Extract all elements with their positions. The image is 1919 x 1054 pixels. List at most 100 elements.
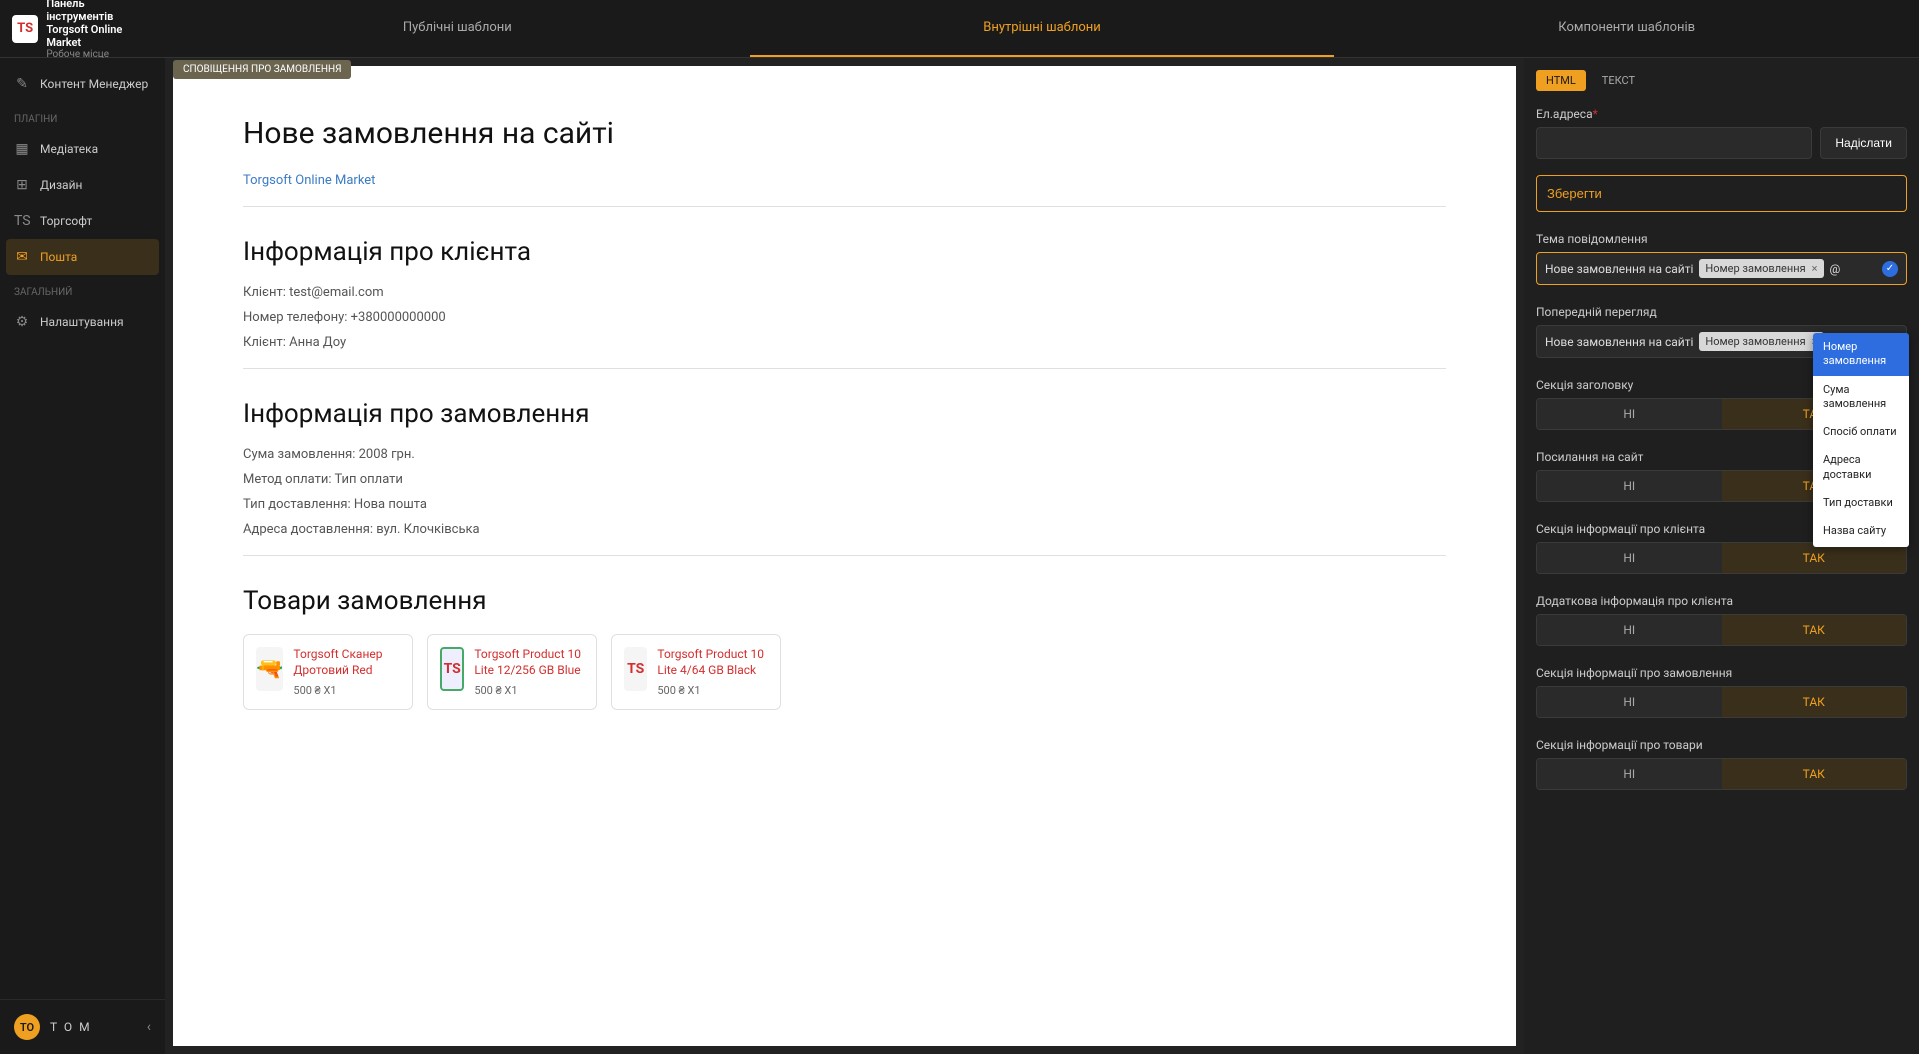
dropdown-option[interactable]: Адреса доставки <box>1813 446 1909 489</box>
remove-chip-icon[interactable]: × <box>1812 262 1818 275</box>
product-card: 🔫 Torgsoft Сканер Дротовий Red 500 ₴ X1 <box>243 634 413 710</box>
sidebar: ✎ Контент Менеджер ПЛАГІНИ ▦ Медіатека ⊞… <box>0 58 165 1054</box>
tab-public-templates[interactable]: Публічні шаблони <box>165 0 750 57</box>
toggle-no[interactable]: НІ <box>1537 615 1722 645</box>
dropdown-option[interactable]: Наш телефон <box>1813 546 1909 547</box>
dropdown-option[interactable]: Спосіб оплати <box>1813 418 1909 446</box>
product-image: TS <box>440 647 464 691</box>
subject-text: Нове замовлення на сайті <box>1545 262 1693 276</box>
toggle-label: Секція інформації про замовлення <box>1536 666 1907 680</box>
sidebar-heading-general: ЗАГАЛЬНИЙ <box>0 275 165 304</box>
order-line: Метод оплати: Тип оплати <box>243 472 1446 487</box>
sidebar-item-label: Контент Менеджер <box>40 77 148 91</box>
top-tabs: Публічні шаблони Внутрішні шаблони Компо… <box>165 0 1919 57</box>
toggle-section: Додаткова інформація про клієнта НІ ТАК <box>1536 594 1907 646</box>
section-client-title: Інформація про клієнта <box>243 237 1446 267</box>
subject-label: Тема повідомлення <box>1536 232 1907 246</box>
product-price: 500 ₴ X1 <box>293 684 400 697</box>
toggle-no[interactable]: НІ <box>1537 687 1722 717</box>
sidebar-footer: TO T O M ‹ <box>0 999 165 1054</box>
app-logo: TS <box>12 15 38 43</box>
sidebar-item-label: Дизайн <box>40 178 82 192</box>
token-chip[interactable]: Номер замовлення × <box>1699 259 1823 278</box>
order-line: Сума замовлення: 2008 грн. <box>243 447 1446 462</box>
preview-label: Попередній перегляд <box>1536 305 1907 319</box>
app-title: Панель інструментів <box>46 0 153 23</box>
sidebar-item-mail[interactable]: ✉ Пошта <box>6 239 159 275</box>
product-price: 500 ₴ X1 <box>657 684 768 697</box>
tab-internal-templates[interactable]: Внутрішні шаблони <box>750 0 1335 57</box>
products-row: 🔫 Torgsoft Сканер Дротовий Red 500 ₴ X1 … <box>243 634 1446 710</box>
toggle-label: Додаткова інформація про клієнта <box>1536 594 1907 608</box>
sidebar-item-settings[interactable]: ⚙ Налаштування <box>0 304 165 340</box>
user-name: T O M <box>50 1020 92 1034</box>
product-title: Torgsoft Сканер Дротовий Red <box>293 647 400 678</box>
sidebar-item-media[interactable]: ▦ Медіатека <box>0 131 165 167</box>
template-name-badge: СПОВІЩЕННЯ ПРО ЗАМОВЛЕННЯ <box>173 60 351 79</box>
send-button[interactable]: Надіслати <box>1820 127 1907 159</box>
product-card: TS Torgsoft Product 10 Lite 12/256 GB Bl… <box>427 634 597 710</box>
save-button[interactable]: Зберегти <box>1536 175 1907 212</box>
app-title-block: TS Панель інструментів Torgsoft Online M… <box>0 0 165 57</box>
settings-panel[interactable]: HTML ТЕКСТ Ел.адреса* Надіслати Зберегти… <box>1524 58 1919 1054</box>
preview-text: Нове замовлення на сайті <box>1545 335 1693 349</box>
image-icon: ▦ <box>14 141 30 157</box>
toggle-row: НІ ТАК <box>1536 758 1907 790</box>
sidebar-item-label: Медіатека <box>40 142 98 156</box>
toggle-no[interactable]: НІ <box>1537 399 1722 429</box>
sidebar-item-design[interactable]: ⊞ Дизайн <box>0 167 165 203</box>
email-label: Ел.адреса* <box>1536 107 1907 121</box>
toggle-section: Секція інформації про замовлення НІ ТАК <box>1536 666 1907 718</box>
product-title: Torgsoft Product 10 Lite 12/256 GB Blue <box>474 647 584 678</box>
toggle-row: НІ ТАК <box>1536 614 1907 646</box>
preview-pane: СПОВІЩЕННЯ ПРО ЗАМОВЛЕННЯ Нове замовленн… <box>165 58 1524 1054</box>
chip-label: Номер замовлення <box>1705 262 1805 275</box>
toggle-yes[interactable]: ТАК <box>1722 615 1907 645</box>
token-chip[interactable]: Номер замовлення × <box>1699 332 1823 351</box>
product-price: 500 ₴ X1 <box>474 684 584 697</box>
product-card: TS Torgsoft Product 10 Lite 4/64 GB Blac… <box>611 634 781 710</box>
toggle-row: НІ ТАК <box>1536 686 1907 718</box>
preview-title: Нове замовлення на сайті <box>243 116 1446 151</box>
dropdown-option[interactable]: Назва сайту <box>1813 517 1909 545</box>
section-order-title: Інформація про замовлення <box>243 399 1446 429</box>
order-line: Тип доставлення: Нова пошта <box>243 497 1446 512</box>
toggle-yes[interactable]: ТАК <box>1722 687 1907 717</box>
variable-dropdown[interactable]: Номер замовлення Сума замовлення Спосіб … <box>1813 333 1909 547</box>
toggle-no[interactable]: НІ <box>1537 471 1722 501</box>
preview-scroll[interactable]: Нове замовлення на сайті Torgsoft Online… <box>173 66 1516 1046</box>
check-icon[interactable]: ✓ <box>1882 261 1898 277</box>
site-link[interactable]: Torgsoft Online Market <box>243 173 375 188</box>
tab-text[interactable]: ТЕКСТ <box>1592 70 1645 91</box>
sidebar-heading-plugins: ПЛАГІНИ <box>0 102 165 131</box>
sidebar-item-content-manager[interactable]: ✎ Контент Менеджер <box>0 66 165 102</box>
email-input[interactable] <box>1536 127 1812 159</box>
tab-template-components[interactable]: Компоненти шаблонів <box>1334 0 1919 57</box>
tab-html[interactable]: HTML <box>1536 70 1586 91</box>
order-line: Адреса доставлення: вул. Клочківська <box>243 522 1446 537</box>
app-subtitle-name: Torgsoft Online Market <box>46 23 153 49</box>
pencil-icon: ✎ <box>14 76 30 92</box>
sidebar-item-torgsoft[interactable]: TS Торгсофт <box>0 203 165 239</box>
chip-label: Номер замовлення <box>1705 335 1805 348</box>
client-line: Клієнт: test@email.com <box>243 285 1446 300</box>
toggle-yes[interactable]: ТАК <box>1722 543 1907 573</box>
app-title-text: Панель інструментів Torgsoft Online Mark… <box>46 0 153 60</box>
client-line: Клієнт: Анна Доу <box>243 335 1446 350</box>
product-title: Torgsoft Product 10 Lite 4/64 GB Black <box>657 647 768 678</box>
avatar[interactable]: TO <box>14 1014 40 1040</box>
dropdown-option[interactable]: Номер замовлення <box>1813 333 1909 376</box>
collapse-sidebar-button[interactable]: ‹ <box>147 1019 151 1035</box>
subject-input[interactable]: Нове замовлення на сайті Номер замовленн… <box>1536 252 1907 285</box>
dropdown-option[interactable]: Тип доставки <box>1813 489 1909 517</box>
subject-after: @ <box>1830 262 1841 276</box>
toggle-no[interactable]: НІ <box>1537 543 1722 573</box>
sidebar-item-label: Налаштування <box>40 315 124 329</box>
product-image: TS <box>624 647 647 691</box>
toggle-no[interactable]: НІ <box>1537 759 1722 789</box>
divider <box>243 206 1446 207</box>
product-image: 🔫 <box>256 647 283 691</box>
sidebar-item-label: Пошта <box>40 250 77 264</box>
dropdown-option[interactable]: Сума замовлення <box>1813 376 1909 419</box>
toggle-yes[interactable]: ТАК <box>1722 759 1907 789</box>
